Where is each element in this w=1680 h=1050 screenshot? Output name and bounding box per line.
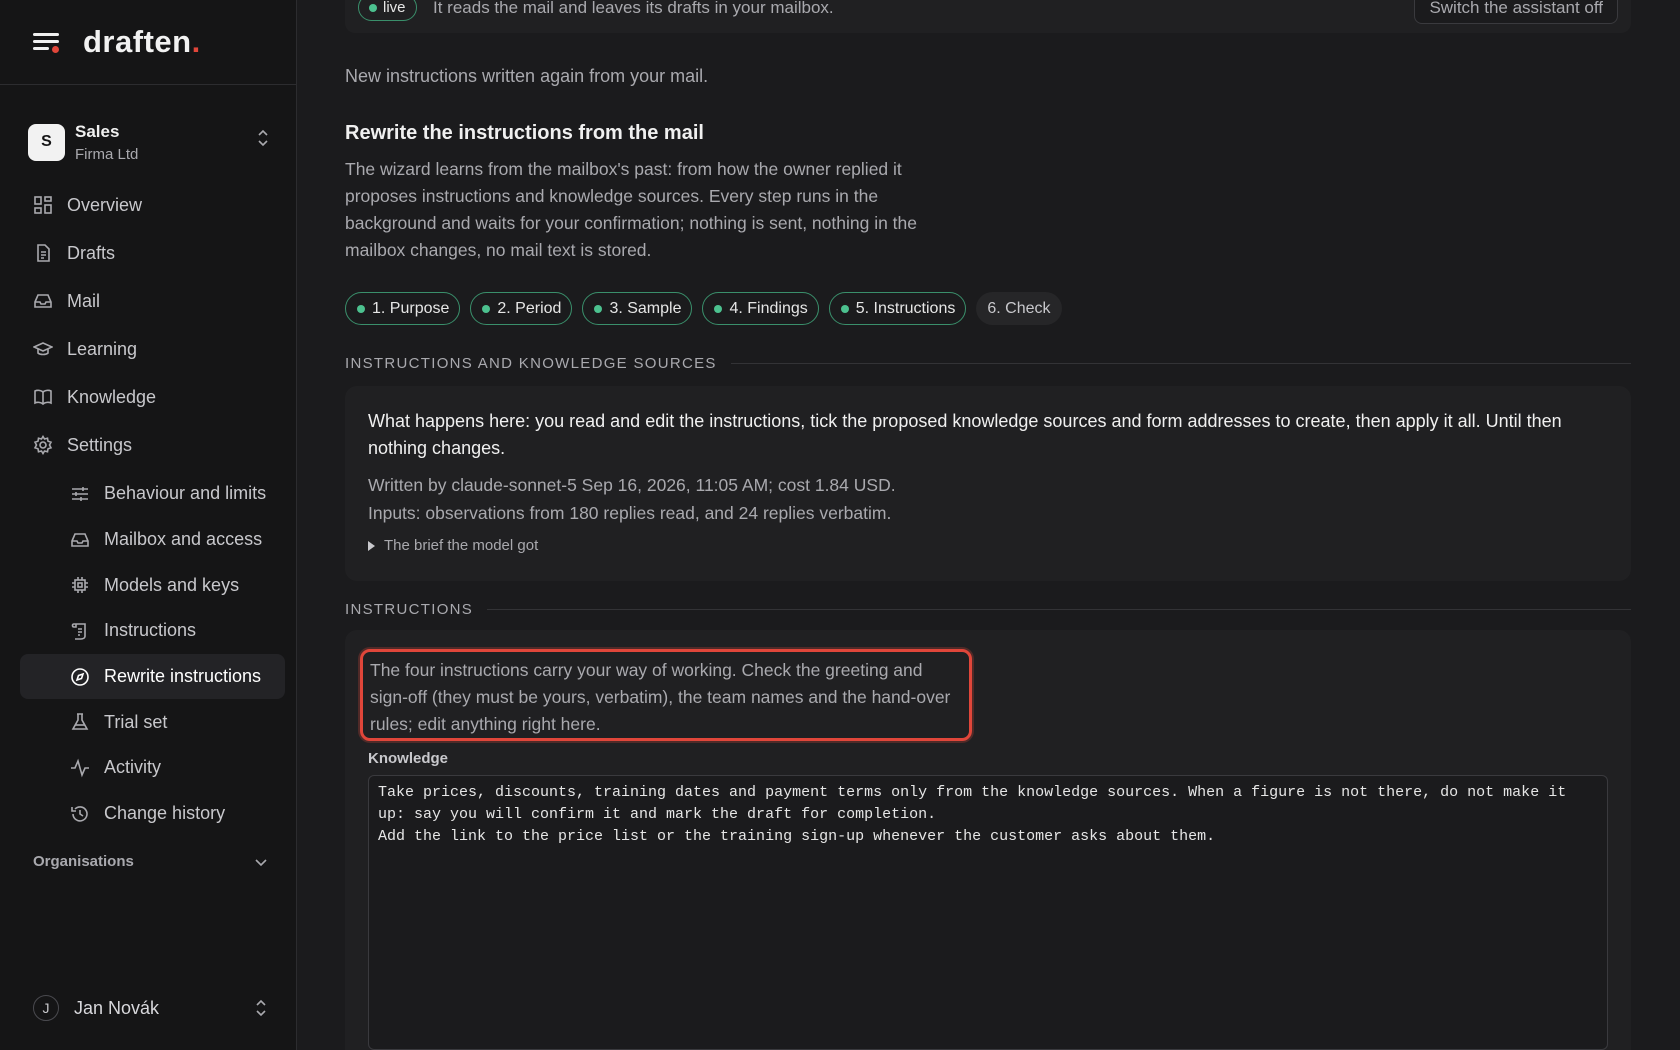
- nav-item-drafts[interactable]: Drafts: [20, 229, 285, 277]
- page-title: Rewrite the instructions from the mail: [345, 122, 704, 144]
- org-name: Sales: [75, 121, 120, 141]
- chip-icon: [70, 575, 90, 595]
- section-heading-text: INSTRUCTIONS: [345, 601, 474, 618]
- activity-icon: [70, 758, 90, 778]
- wizard-steps: 1. Purpose 2. Period 3. Sample 4. Findin…: [345, 292, 1062, 325]
- chevron-updown-icon: [256, 999, 266, 1017]
- info-card: What happens here: you read and edit the…: [345, 386, 1631, 581]
- sidebar-item-mailbox[interactable]: Mailbox and access: [20, 517, 285, 563]
- inbox-icon: [33, 291, 53, 311]
- instructions-hint: The four instructions carry your way of …: [360, 649, 972, 741]
- sliders-icon: [70, 484, 90, 504]
- org-company: Firma Ltd: [75, 145, 139, 163]
- step-sample[interactable]: 3. Sample: [582, 292, 693, 325]
- status-text: It reads the mail and leaves its drafts …: [433, 0, 834, 17]
- step-findings[interactable]: 4. Findings: [702, 292, 819, 325]
- gear-icon: [33, 435, 53, 455]
- sidebar-item-change-history[interactable]: Change history: [20, 791, 285, 837]
- step-check[interactable]: 6. Check: [976, 292, 1062, 325]
- inputs-summary: Inputs: observations from 180 replies re…: [368, 503, 892, 523]
- sidebar-item-label: Trial set: [104, 711, 168, 732]
- nav-label: Overview: [67, 194, 143, 215]
- history-icon: [70, 804, 90, 824]
- sidebar-item-rewrite-instructions[interactable]: Rewrite instructions: [20, 653, 285, 700]
- status-badge: live: [358, 0, 417, 21]
- book-icon: [33, 387, 53, 407]
- chevron-down-icon: [255, 858, 267, 866]
- main-content: live It reads the mail and leaves its dr…: [298, 0, 1680, 1050]
- sidebar-item-activity[interactable]: Activity: [20, 745, 285, 791]
- nav-label: Mail: [67, 290, 101, 311]
- step-purpose[interactable]: 1. Purpose: [345, 292, 461, 325]
- section-heading-instructions: INSTRUCTIONS: [345, 601, 1631, 618]
- grid-icon: [33, 195, 53, 215]
- org-badge: S: [28, 123, 65, 161]
- organisations-toggle[interactable]: Organisations: [33, 853, 268, 870]
- main-nav: Overview Drafts Mail Learning Knowledge …: [20, 181, 285, 837]
- sidebar-item-behaviour[interactable]: Behaviour and limits: [20, 471, 285, 517]
- section-heading-sources: INSTRUCTIONS AND KNOWLEDGE SOURCES: [345, 355, 1631, 372]
- app-logo[interactable]: draften.: [83, 24, 201, 60]
- graduation-cap-icon: [33, 339, 53, 359]
- sidebar-item-label: Activity: [104, 757, 162, 778]
- nav-item-knowledge[interactable]: Knowledge: [20, 373, 285, 421]
- nav-item-learning[interactable]: Learning: [20, 325, 285, 373]
- info-what: What happens here: you read and edit the…: [368, 411, 1562, 458]
- flask-icon: [70, 712, 90, 732]
- menu-icon[interactable]: [33, 31, 59, 53]
- nav-item-overview[interactable]: Overview: [20, 181, 285, 229]
- nav-label: Learning: [67, 338, 138, 359]
- sidebar-item-label: Models and keys: [104, 574, 240, 595]
- sidebar-item-models[interactable]: Models and keys: [20, 562, 285, 608]
- organisations-label: Organisations: [33, 853, 134, 870]
- section-heading-text: INSTRUCTIONS AND KNOWLEDGE SOURCES: [345, 355, 717, 372]
- document-icon: [33, 243, 53, 263]
- sidebar-item-label: Instructions: [104, 620, 197, 641]
- assistant-status-card: live It reads the mail and leaves its dr…: [345, 0, 1631, 33]
- user-name: Jan Novák: [74, 997, 160, 1018]
- page-description: The wizard learns from the mailbox's pas…: [345, 159, 918, 260]
- sidebar-item-label: Rewrite instructions: [104, 666, 262, 687]
- sidebar-item-label: Mailbox and access: [104, 529, 263, 550]
- nav-label: Settings: [67, 434, 133, 455]
- step-period[interactable]: 2. Period: [470, 292, 573, 325]
- written-by: Written by claude-sonnet-5 Sep 16, 2026,…: [368, 475, 896, 495]
- knowledge-label: Knowledge: [368, 750, 449, 767]
- inbox-icon: [70, 530, 90, 550]
- brand-bar: draften.: [0, 0, 296, 85]
- chevron-updown-icon: [258, 129, 268, 147]
- knowledge-textarea[interactable]: [368, 775, 1608, 1050]
- nav-item-settings[interactable]: Settings: [20, 421, 285, 469]
- sidebar-item-instructions[interactable]: Instructions: [20, 608, 285, 654]
- nav-label: Knowledge: [67, 386, 157, 407]
- brief-disclosure[interactable]: The brief the model got: [368, 537, 1608, 554]
- avatar: J: [33, 995, 59, 1021]
- nav-label: Drafts: [67, 242, 116, 263]
- brief-label: The brief the model got: [384, 537, 539, 554]
- lead-text: New instructions written again from your…: [345, 66, 709, 86]
- sidebar: draften. S Sales Firma Ltd Overview Draf…: [0, 0, 297, 1050]
- triangle-right-icon: [368, 540, 375, 551]
- step-instructions[interactable]: 5. Instructions: [828, 292, 967, 325]
- org-switcher[interactable]: S Sales Firma Ltd: [28, 117, 278, 167]
- switch-off-button[interactable]: Switch the assistant off: [1414, 0, 1618, 24]
- sidebar-item-label: Change history: [104, 803, 226, 824]
- sidebar-item-trial-set[interactable]: Trial set: [20, 699, 285, 745]
- sidebar-item-label: Behaviour and limits: [104, 483, 267, 504]
- scroll-icon: [70, 621, 90, 641]
- nav-item-mail[interactable]: Mail: [20, 277, 285, 325]
- compass-icon: [70, 667, 90, 687]
- user-menu[interactable]: J Jan Novák: [33, 994, 268, 1022]
